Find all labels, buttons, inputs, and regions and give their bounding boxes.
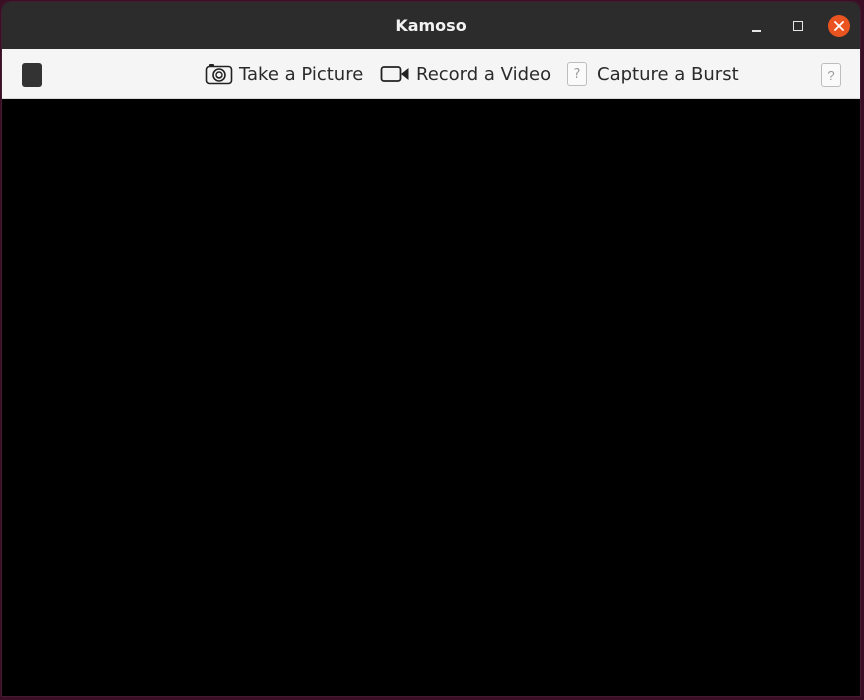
take-picture-button[interactable]: Take a Picture: [205, 61, 363, 87]
menu-button[interactable]: ?: [821, 63, 841, 87]
close-button[interactable]: [828, 15, 850, 37]
window-title: Kamoso: [395, 16, 467, 35]
capture-burst-button[interactable]: ? Capture a Burst: [567, 61, 739, 87]
missing-image-icon: ?: [567, 62, 587, 86]
missing-image-icon: ?: [821, 63, 841, 87]
missing-icon-glyph: ?: [567, 62, 587, 86]
maximize-icon: [793, 21, 803, 31]
take-picture-label: Take a Picture: [239, 63, 364, 85]
capture-burst-label: Capture a Burst: [597, 63, 739, 85]
record-video-button[interactable]: Record a Video: [380, 61, 551, 87]
camera-viewfinder[interactable]: [2, 99, 860, 696]
maximize-button[interactable]: [786, 14, 810, 38]
sidebar-toggle-icon[interactable]: [22, 63, 42, 87]
camera-icon: [205, 62, 233, 86]
minimize-icon: [751, 30, 761, 32]
title-bar[interactable]: Kamoso: [2, 2, 860, 49]
close-icon: [834, 21, 844, 31]
record-video-label: Record a Video: [416, 63, 552, 85]
toolbar: Take a Picture Record a Video ? Capture …: [2, 49, 860, 99]
minimize-button[interactable]: [744, 14, 768, 38]
kamoso-window: Kamoso Take a Picture Record a Video ? C…: [2, 2, 860, 696]
video-camera-icon: [380, 64, 410, 84]
